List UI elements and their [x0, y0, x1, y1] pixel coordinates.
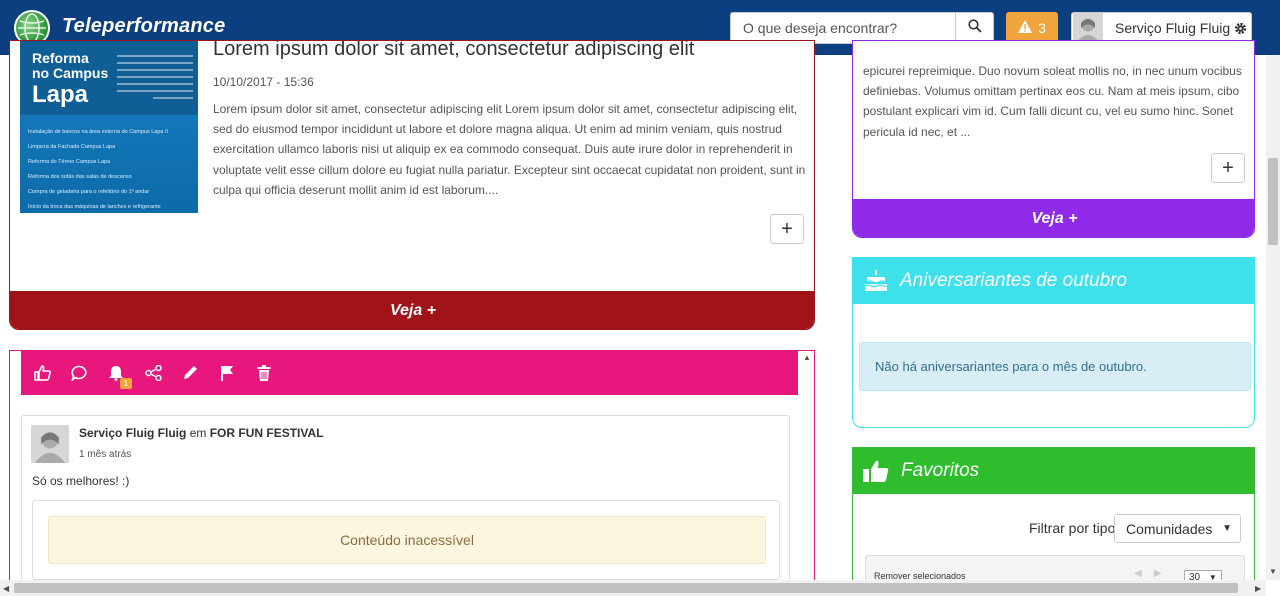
post-body: Lorem ipsum dolor sit amet, consectetur … — [213, 102, 806, 197]
favorites-card: Favoritos Filtrar por tipo Comunidades ▼… — [852, 447, 1255, 596]
search-icon — [967, 18, 982, 38]
like-icon[interactable] — [33, 364, 51, 382]
horizontal-scrollbar-thumb[interactable] — [14, 583, 1238, 593]
image-title-line: Lapa — [32, 81, 89, 108]
see-more-button[interactable]: Veja + — [853, 199, 1254, 237]
birthdays-title: Aniversariantes de outubro — [900, 270, 1128, 291]
image-item: Instalação de bancos na área externa do … — [28, 129, 169, 135]
image-item: Reforma dos sofás das salas de descanso — [28, 174, 132, 180]
share-icon[interactable] — [144, 364, 162, 382]
shared-content-box: Conteúdo inacessível — [32, 500, 780, 580]
image-title: Reforma no Campus Lapa — [32, 51, 108, 109]
notification-badge: 1 — [120, 378, 132, 389]
comment-connector: em — [189, 426, 207, 440]
thumbs-up-icon — [863, 460, 889, 482]
gear-icon — [1234, 22, 1247, 35]
favorites-title: Favoritos — [901, 460, 980, 481]
avatar — [1073, 13, 1103, 43]
news-excerpt: epicurei repreimique. Duo novum soleat m… — [863, 64, 1242, 139]
image-title-line: no Campus — [32, 65, 109, 81]
news-sidebar-card: epicurei repreimique. Duo novum soleat m… — [852, 40, 1255, 238]
comment-card: Serviço Fluig Fluig em FOR FUN FESTIVAL … — [21, 415, 790, 589]
scroll-down-arrow-icon[interactable]: ▼ — [1269, 567, 1277, 576]
filter-type-select[interactable]: Comunidades ▼ — [1114, 514, 1241, 543]
comment-author-line: Serviço Fluig Fluig em FOR FUN FESTIVAL — [79, 426, 323, 440]
scroll-up-arrow-icon[interactable]: ▲ — [803, 353, 811, 362]
edit-icon[interactable] — [181, 364, 199, 382]
scroll-right-arrow-icon[interactable]: ▶ — [1255, 584, 1261, 593]
comment-icon[interactable] — [70, 364, 88, 382]
image-items-list: Instalação de bancos na área externa do … — [28, 125, 194, 213]
flag-icon[interactable] — [218, 364, 236, 382]
alerts-count: 3 — [1038, 20, 1046, 36]
community-link[interactable]: FOR FUN FESTIVAL — [210, 426, 324, 440]
user-name: Serviço Fluig Fluig — [1115, 20, 1231, 36]
expand-news-button[interactable]: + — [1211, 153, 1245, 183]
favorites-header: Favoritos — [853, 448, 1254, 494]
see-more-button[interactable]: Veja + — [10, 291, 814, 329]
search-input[interactable] — [731, 13, 955, 43]
comment-author[interactable]: Serviço Fluig Fluig — [79, 426, 186, 440]
dropdown-arrow-icon: ▼ — [1222, 523, 1232, 534]
image-title-line: Reforma — [32, 50, 89, 66]
expand-post-button[interactable]: + — [770, 214, 804, 244]
cake-icon — [864, 270, 888, 292]
warning-icon — [1018, 20, 1033, 36]
avatar[interactable] — [31, 425, 69, 463]
inaccessible-content-alert: Conteúdo inacessível — [48, 516, 766, 564]
image-item: Reforma do Térreo Campus Lapa — [28, 159, 111, 165]
birthdays-card: Aniversariantes de outubro Não há aniver… — [852, 257, 1255, 428]
vertical-scrollbar-thumb[interactable] — [1268, 158, 1278, 245]
post-date: 10/10/2017 - 15:36 — [213, 75, 314, 89]
image-item: Início da troca das máquinas de lanches … — [28, 204, 161, 210]
search-button[interactable] — [955, 13, 993, 43]
brand-name[interactable]: Teleperformance — [62, 15, 225, 38]
comment-text: Só os melhores! :) — [32, 474, 130, 488]
bell-icon[interactable]: 1 — [107, 364, 132, 389]
scroll-left-arrow-icon[interactable]: ◀ — [3, 584, 9, 593]
trash-icon[interactable] — [255, 364, 273, 382]
pagination-arrows[interactable]: ◀▶ — [1134, 568, 1173, 579]
filter-label: Filtrar por tipo — [1029, 520, 1116, 536]
post-image[interactable]: Reforma no Campus Lapa Instalação de ban… — [20, 41, 198, 213]
image-item: Limpeza da Fachada Campus Lapa — [28, 144, 116, 150]
birthdays-header: Aniversariantes de outubro — [853, 258, 1254, 304]
social-post-card: 1 ▲ Serviço Fluig Fluig em FOR FUN FESTI… — [9, 350, 815, 590]
filter-value: Comunidades — [1126, 520, 1213, 537]
no-birthdays-message: Não há aniversariantes para o mês de out… — [859, 342, 1251, 391]
image-small-print — [117, 55, 193, 111]
post-actions-toolbar: 1 — [21, 351, 798, 395]
news-post-card: Reforma no Campus Lapa Instalação de ban… — [9, 40, 815, 330]
page-vertical-scrollbar[interactable] — [1266, 55, 1280, 580]
post-scrollbar[interactable]: ▲ — [800, 351, 814, 589]
image-item: Compra de geladeira para o refeitório do… — [28, 189, 150, 195]
comment-time: 1 mês atrás — [79, 449, 132, 460]
post-title[interactable]: Lorem ipsum dolor sit amet, consectetur … — [213, 41, 694, 61]
